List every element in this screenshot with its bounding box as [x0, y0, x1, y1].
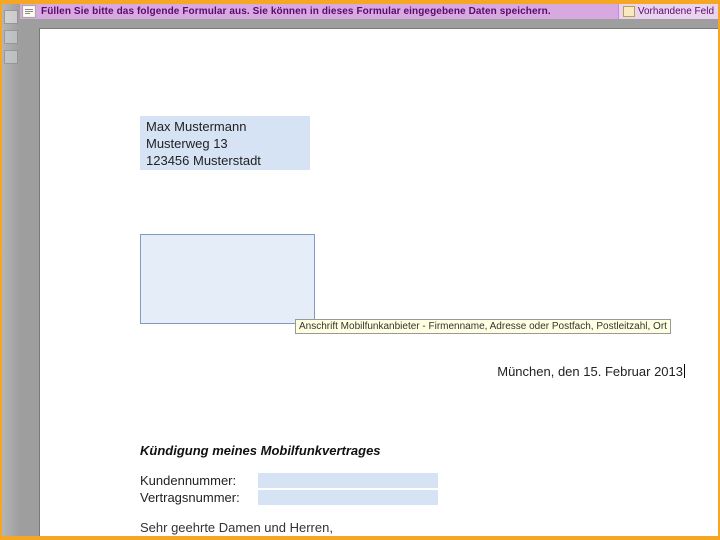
recipient-address-field[interactable]	[140, 234, 315, 324]
letter-body: Kündigung meines Mobilfunkvertrages Kund…	[140, 443, 680, 535]
document-viewport[interactable]: Max Mustermann Musterweg 13 123456 Muste…	[20, 19, 718, 536]
sender-name: Max Mustermann	[146, 118, 304, 135]
form-fill-alert-bar: Füllen Sie bitte das folgende Formular a…	[20, 4, 718, 19]
app-frame: Füllen Sie bitte das folgende Formular a…	[0, 0, 720, 540]
sender-city: 123456 Musterstadt	[146, 152, 304, 169]
letter-salutation: Sehr geehrte Damen und Herren,	[140, 520, 680, 535]
highlight-fields-button[interactable]: Vorhandene Feld	[618, 4, 718, 19]
customer-number-label: Kundennummer:	[140, 473, 258, 488]
sender-address-field[interactable]: Max Mustermann Musterweg 13 123456 Muste…	[140, 116, 310, 170]
tool-icon[interactable]	[4, 30, 18, 44]
form-icon	[22, 5, 36, 18]
tool-icon[interactable]	[4, 50, 18, 64]
contract-number-field[interactable]	[258, 490, 438, 505]
highlight-fields-label: Vorhandene Feld	[638, 6, 714, 17]
contract-number-label: Vertragsnummer:	[140, 490, 258, 505]
letter-date: München, den 15. Februar 2013	[497, 364, 685, 379]
letter-subject: Kündigung meines Mobilfunkvertrages	[140, 443, 680, 458]
customer-number-row: Kundennummer:	[140, 472, 680, 489]
customer-number-field[interactable]	[258, 473, 438, 488]
vertical-toolbar	[2, 4, 20, 536]
form-alert-message: Füllen Sie bitte das folgende Formular a…	[39, 6, 618, 17]
page-thumbnail-icon[interactable]	[4, 10, 18, 24]
sender-street: Musterweg 13	[146, 135, 304, 152]
field-tooltip: Anschrift Mobilfunkanbieter - Firmenname…	[295, 319, 671, 334]
folder-icon	[623, 6, 635, 17]
contract-number-row: Vertragsnummer:	[140, 489, 680, 506]
reference-rows: Kundennummer: Vertragsnummer:	[140, 472, 680, 506]
document-page: Max Mustermann Musterweg 13 123456 Muste…	[40, 29, 718, 536]
